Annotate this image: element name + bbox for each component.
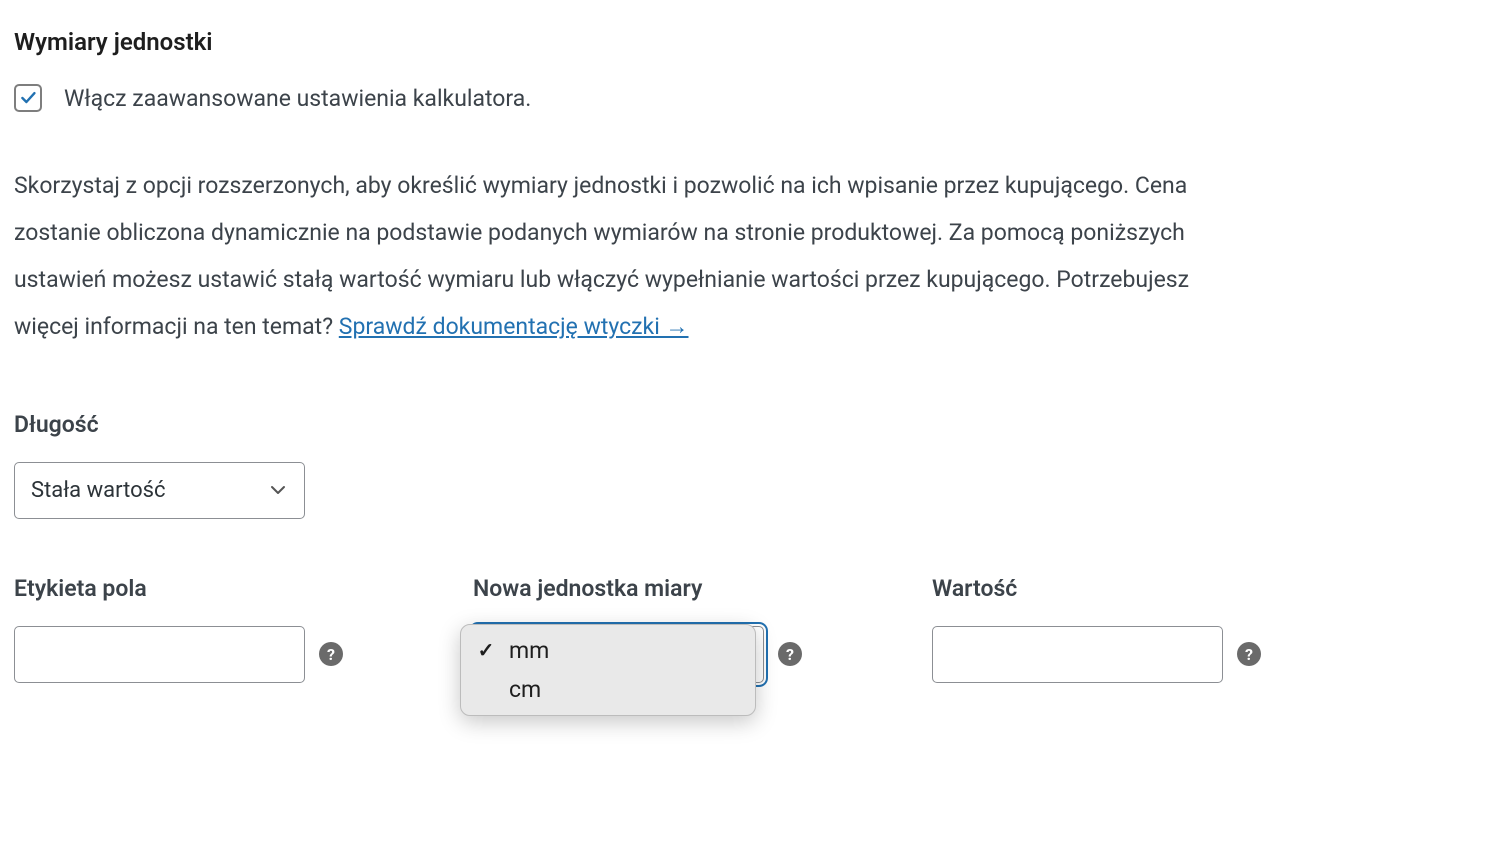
value-field-title: Wartość	[932, 575, 1261, 602]
length-mode-select[interactable]: Stała wartość	[14, 462, 305, 519]
help-icon[interactable]: ?	[1237, 642, 1261, 666]
unit-field-title: Nowa jednostka miary	[473, 575, 802, 602]
check-icon	[20, 90, 36, 106]
help-icon[interactable]: ?	[778, 642, 802, 666]
help-icon[interactable]: ?	[319, 642, 343, 666]
unit-option-mm[interactable]: ✓ mm	[461, 631, 755, 670]
chevron-down-icon	[268, 480, 288, 500]
selected-check-icon: ✓	[475, 638, 497, 662]
field-label-group: Etykieta pola ?	[14, 575, 343, 683]
unit-option-label: mm	[509, 637, 549, 664]
field-label-title: Etykieta pola	[14, 575, 343, 602]
length-fields-row: Etykieta pola ? Nowa jednostka miary ? ✓…	[14, 575, 1484, 683]
length-mode-value: Stała wartość	[31, 478, 166, 503]
unit-dropdown: ✓ mm cm	[460, 624, 756, 716]
enable-advanced-label: Włącz zaawansowane ustawienia kalkulator…	[64, 85, 531, 112]
enable-advanced-row: Włącz zaawansowane ustawienia kalkulator…	[14, 84, 1484, 112]
enable-advanced-checkbox[interactable]	[14, 84, 42, 112]
docs-link[interactable]: Sprawdź dokumentację wtyczki →	[339, 313, 689, 340]
value-field-input[interactable]	[932, 626, 1223, 683]
unit-option-cm[interactable]: cm	[461, 670, 755, 709]
length-heading: Długość	[14, 411, 1484, 438]
field-label-input[interactable]	[14, 626, 305, 683]
description-text: Skorzystaj z opcji rozszerzonych, aby ok…	[14, 162, 1214, 351]
length-mode-select-wrapper: Stała wartość	[14, 462, 305, 519]
section-heading: Wymiary jednostki	[14, 28, 1484, 56]
unit-option-label: cm	[509, 676, 541, 703]
unit-field-group: Nowa jednostka miary ? ✓ mm cm	[473, 575, 802, 683]
value-field-group: Wartość ?	[932, 575, 1261, 683]
